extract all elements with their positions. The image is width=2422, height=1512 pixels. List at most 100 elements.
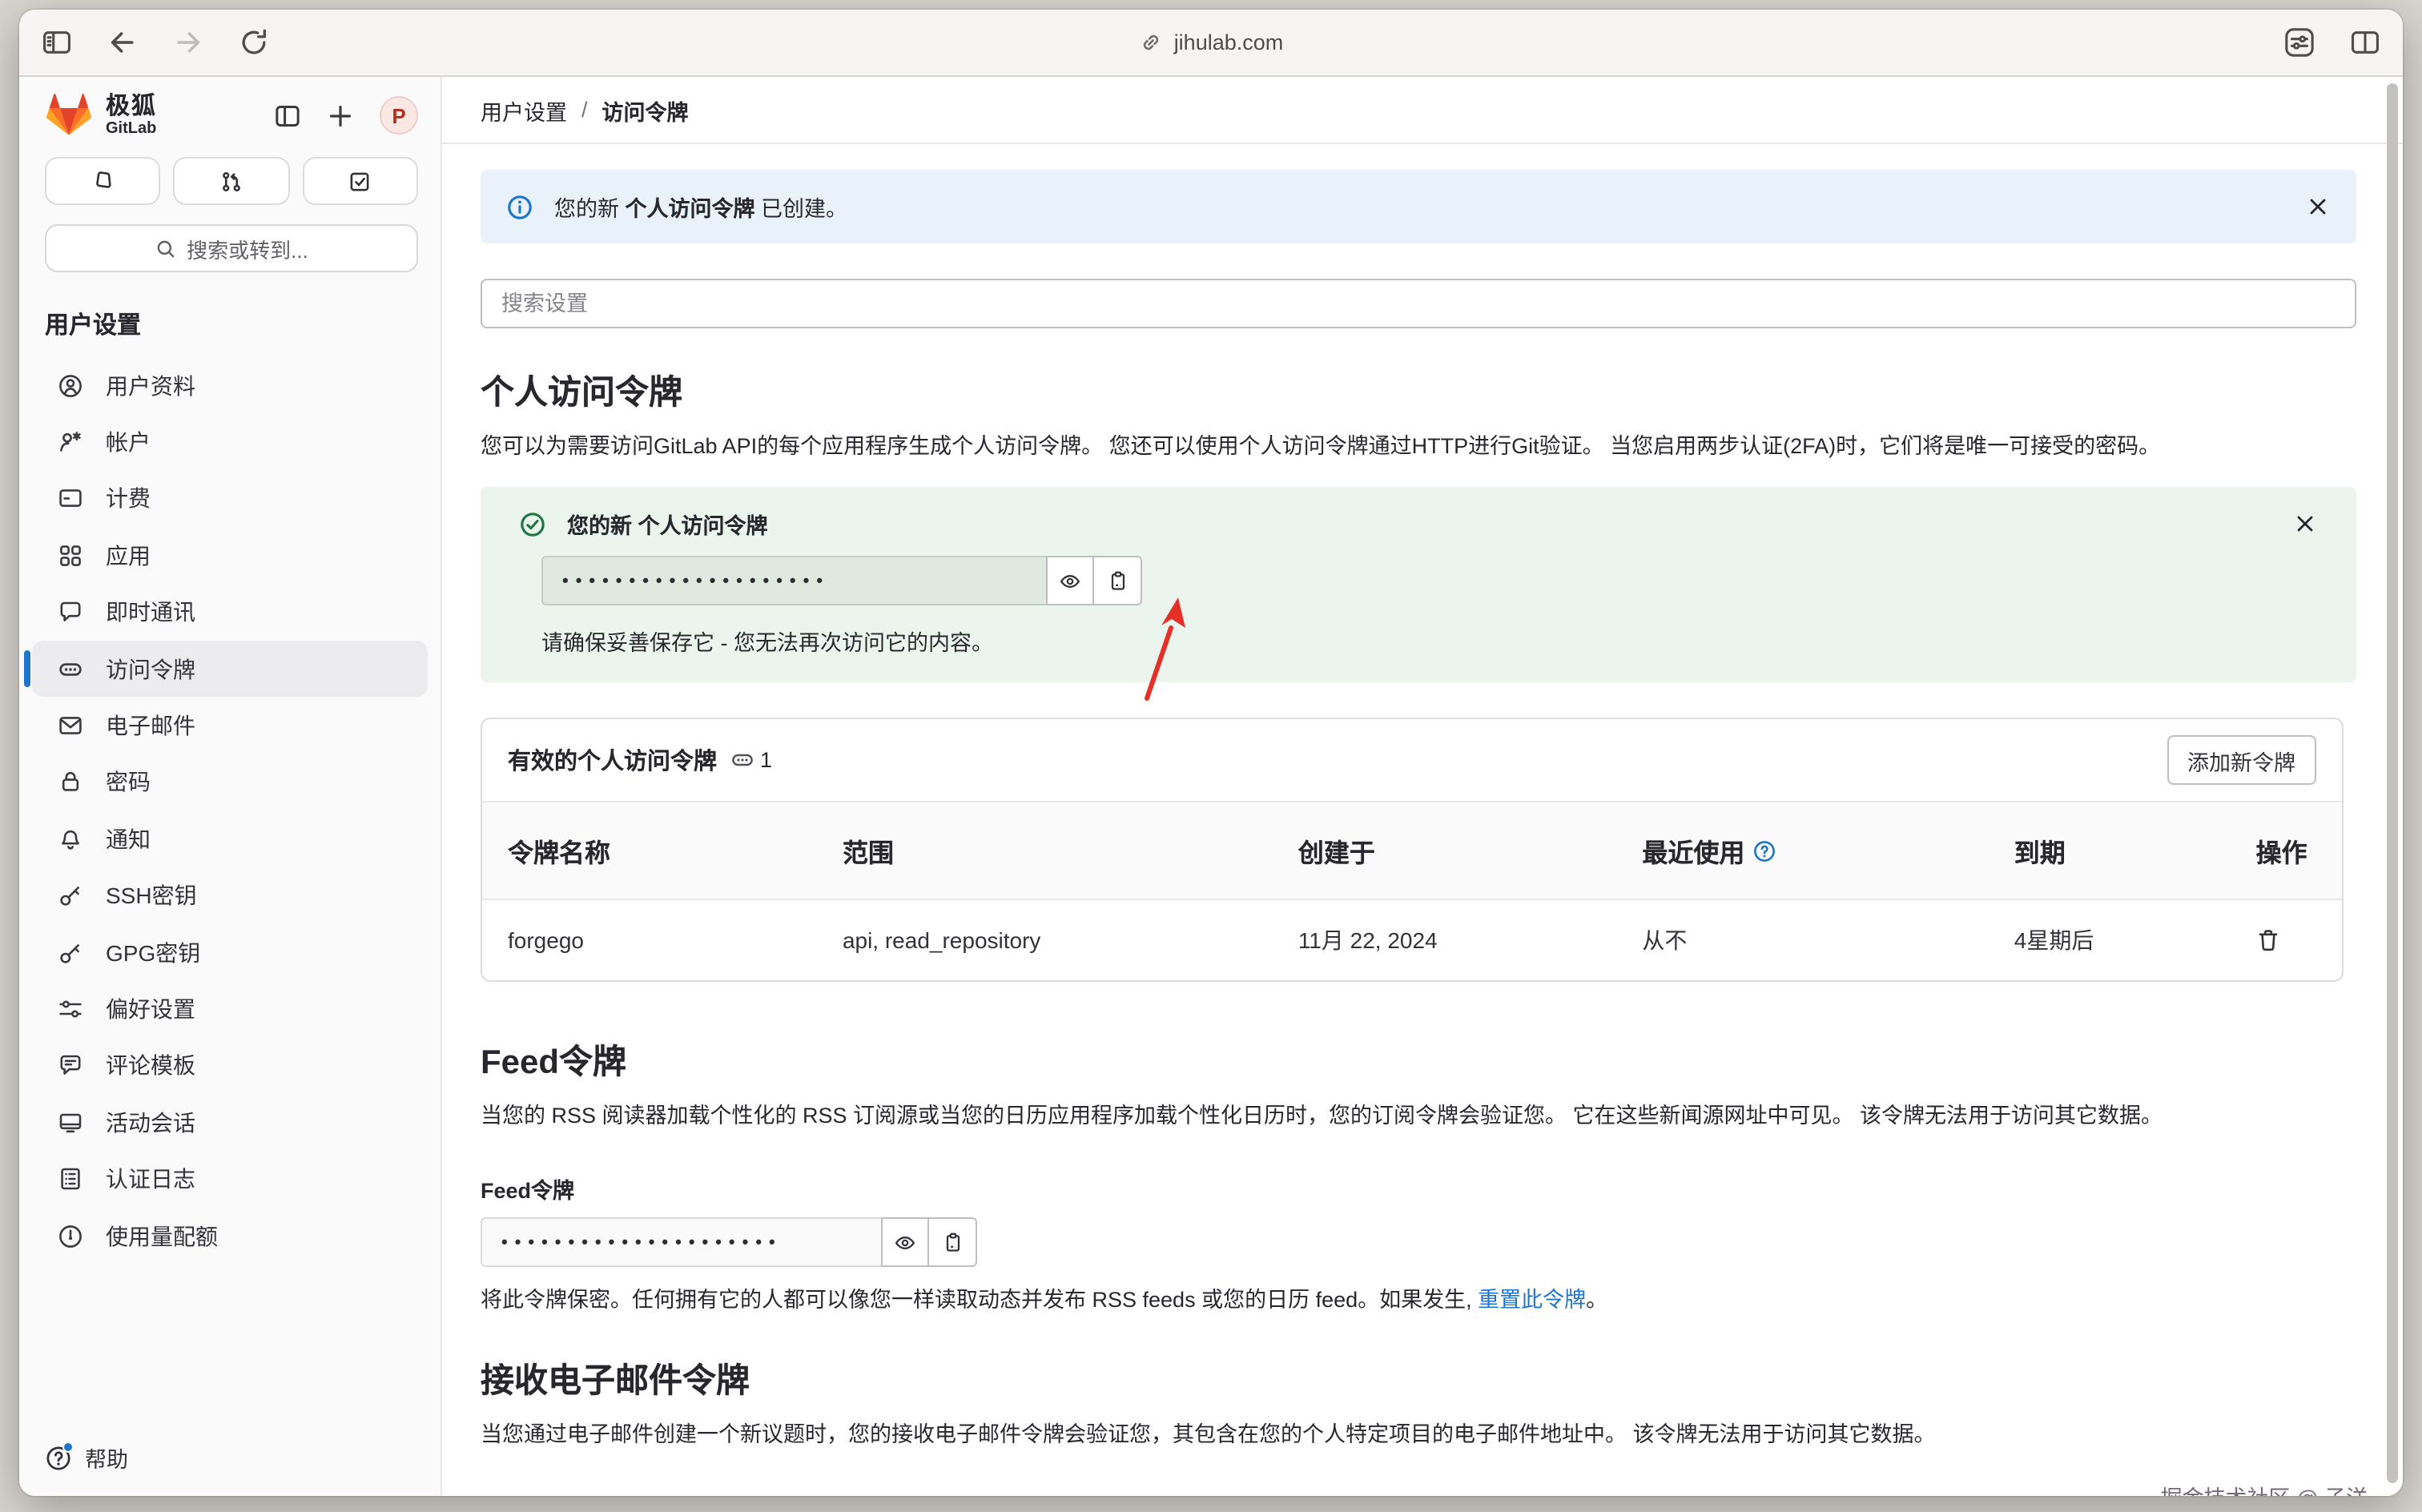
email-token-title: 接收电子邮件令牌 <box>481 1355 2356 1403</box>
active-tokens-title: 有效的个人访问令牌 <box>508 743 717 777</box>
token-icon <box>730 748 754 772</box>
back-button[interactable] <box>107 27 138 58</box>
sidebar-item-account[interactable]: 帐户 <box>32 414 428 471</box>
reset-feed-token-link[interactable]: 重置此令牌 <box>1478 1288 1586 1312</box>
gitlab-app: 极狐 GitLab P <box>19 77 2403 1496</box>
sidebar-item-active-sessions[interactable]: 活动会话 <box>32 1094 428 1151</box>
eye-icon <box>1059 569 1081 592</box>
trash-icon <box>2256 927 2282 953</box>
table-row: forgego api, read_repository 11月 22, 202… <box>482 900 2342 980</box>
col-scopes: 范围 <box>817 802 1273 899</box>
forward-button[interactable] <box>173 27 203 58</box>
sidebar-item-applications[interactable]: 应用 <box>32 527 428 584</box>
breadcrumb-separator: / <box>581 98 588 122</box>
sidebar-item-auth-log[interactable]: 认证日志 <box>32 1151 428 1208</box>
close-icon[interactable] <box>2292 511 2318 537</box>
address-bar[interactable]: jihulab.com <box>971 30 1451 54</box>
sidebar-item-billing[interactable]: 计费 <box>32 471 428 528</box>
copy-feed-token-button[interactable] <box>929 1217 977 1267</box>
help-notification-dot <box>62 1441 74 1452</box>
browser-toolbar: jihulab.com <box>19 10 2403 77</box>
credit-card-icon <box>58 486 83 512</box>
feed-token-field[interactable]: ••••••••••••••••••••• <box>481 1217 881 1267</box>
sidebar-item-usage-quotas[interactable]: 使用量配额 <box>32 1208 428 1265</box>
sidebar-item-label: 计费 <box>106 483 151 515</box>
sidebar-item-comment-templates[interactable]: 评论模板 <box>32 1037 428 1094</box>
sidebar-item-profile[interactable]: 用户资料 <box>32 357 428 414</box>
issues-shortcut-button[interactable] <box>45 157 161 205</box>
gitlab-logo[interactable]: 极狐 GitLab <box>45 93 157 138</box>
global-search-placeholder: 搜索或转到... <box>187 233 308 263</box>
sidebar-item-password[interactable]: 密码 <box>32 754 428 810</box>
todo-shortcut-button[interactable] <box>302 157 418 205</box>
sidebar-item-label: 应用 <box>106 540 151 572</box>
revoke-token-button[interactable] <box>2256 927 2282 953</box>
comment-icon <box>58 600 83 625</box>
sidebar-item-label: SSH密钥 <box>106 879 197 911</box>
sidebar-item-label: GPG密钥 <box>106 936 200 968</box>
add-token-button[interactable]: 添加新令牌 <box>2167 735 2316 785</box>
feed-token-label: Feed令牌 <box>481 1172 2356 1204</box>
col-last-used: 最近使用 <box>1616 802 1988 899</box>
global-search-input[interactable]: 搜索或转到... <box>45 224 418 272</box>
key-icon <box>58 939 83 965</box>
gauge-icon <box>58 1223 83 1249</box>
copy-token-button[interactable] <box>1094 556 1142 605</box>
close-icon[interactable] <box>2305 194 2331 219</box>
sidebar-item-notifications[interactable]: 通知 <box>32 810 428 867</box>
sidebar-item-access-tokens[interactable]: 访问令牌 <box>32 641 428 698</box>
sidebar-item-label: 帐户 <box>106 426 151 458</box>
info-icon <box>506 193 533 220</box>
account-icon <box>58 429 83 455</box>
reload-button[interactable] <box>239 27 269 58</box>
sidebar-item-emails[interactable]: 电子邮件 <box>32 698 428 754</box>
sliders-icon <box>58 996 83 1022</box>
breadcrumb: 用户设置 / 访问令牌 <box>442 77 2403 144</box>
sidebar-item-label: 密码 <box>106 766 151 798</box>
collapse-sidebar-icon[interactable] <box>274 102 301 129</box>
monitor-icon <box>58 1110 83 1136</box>
feed-token-description: 当您的 RSS 阅读器加载个性化的 RSS 订阅源或当您的日历应用程序加载个性化… <box>481 1100 2356 1131</box>
settings-search-input[interactable] <box>481 279 2356 328</box>
token-created-alert: 您的新 个人访问令牌 已创建。 <box>481 170 2356 243</box>
alert-text: 您的新 个人访问令牌 已创建。 <box>554 191 847 223</box>
help-item[interactable]: 帮助 <box>19 1422 441 1496</box>
cell-scopes: api, read_repository <box>817 903 1273 977</box>
sidebar-item-gpg-keys[interactable]: GPG密钥 <box>32 924 428 981</box>
reveal-token-button[interactable] <box>1046 556 1094 605</box>
page-settings-icon[interactable] <box>2284 27 2315 58</box>
cell-expires: 4星期后 <box>1989 900 2231 980</box>
new-token-title: 您的新 个人访问令牌 <box>567 508 768 540</box>
sidebar-item-label: 访问令牌 <box>106 653 195 685</box>
browser-sidebar-toggle-icon[interactable] <box>42 27 72 58</box>
page-content: 您的新 个人访问令牌 已创建。 个人访问令牌 您可以为需要访问GitLab AP… <box>442 170 2403 1496</box>
breadcrumb-current: 访问令牌 <box>602 94 689 126</box>
scrollbar-thumb[interactable] <box>2387 83 2398 1483</box>
gitlab-tanuki-icon <box>45 93 93 138</box>
breadcrumb-parent[interactable]: 用户设置 <box>481 94 567 126</box>
lock-icon <box>58 770 83 795</box>
mail-icon <box>58 713 83 738</box>
apps-grid-icon <box>58 543 83 569</box>
split-view-icon[interactable] <box>2350 27 2380 58</box>
new-token-value-field[interactable]: •••••••••••••••••••• <box>541 556 1046 605</box>
search-icon <box>155 238 175 259</box>
reveal-feed-token-button[interactable] <box>881 1217 929 1267</box>
sidebar-item-label: 活动会话 <box>106 1107 195 1139</box>
main-panel: 用户设置 / 访问令牌 您的新 个人访问令牌 已创建。 <box>442 77 2403 1496</box>
screenshot-stage: jihulab.com <box>0 0 2422 1512</box>
user-avatar[interactable]: P <box>380 96 418 135</box>
sidebar-item-preferences[interactable]: 偏好设置 <box>32 981 428 1038</box>
sidebar-item-chat[interactable]: 即时通讯 <box>32 584 428 641</box>
user-circle-icon <box>58 372 83 398</box>
masked-token-value: ••••••••••••••••••••• <box>501 1233 783 1252</box>
settings-nav: 用户资料 帐户 计费 应用 即时通讯 <box>19 357 441 1422</box>
col-actions: 操作 <box>2231 802 2342 899</box>
help-label: 帮助 <box>85 1442 128 1474</box>
question-circle-icon[interactable] <box>1752 838 1776 863</box>
sidebar-item-ssh-keys[interactable]: SSH密钥 <box>32 867 428 924</box>
browser-window: jihulab.com <box>19 10 2403 1496</box>
create-new-icon[interactable] <box>327 102 354 129</box>
merge-requests-shortcut-button[interactable] <box>174 157 290 205</box>
sidebar-item-label: 通知 <box>106 823 151 855</box>
